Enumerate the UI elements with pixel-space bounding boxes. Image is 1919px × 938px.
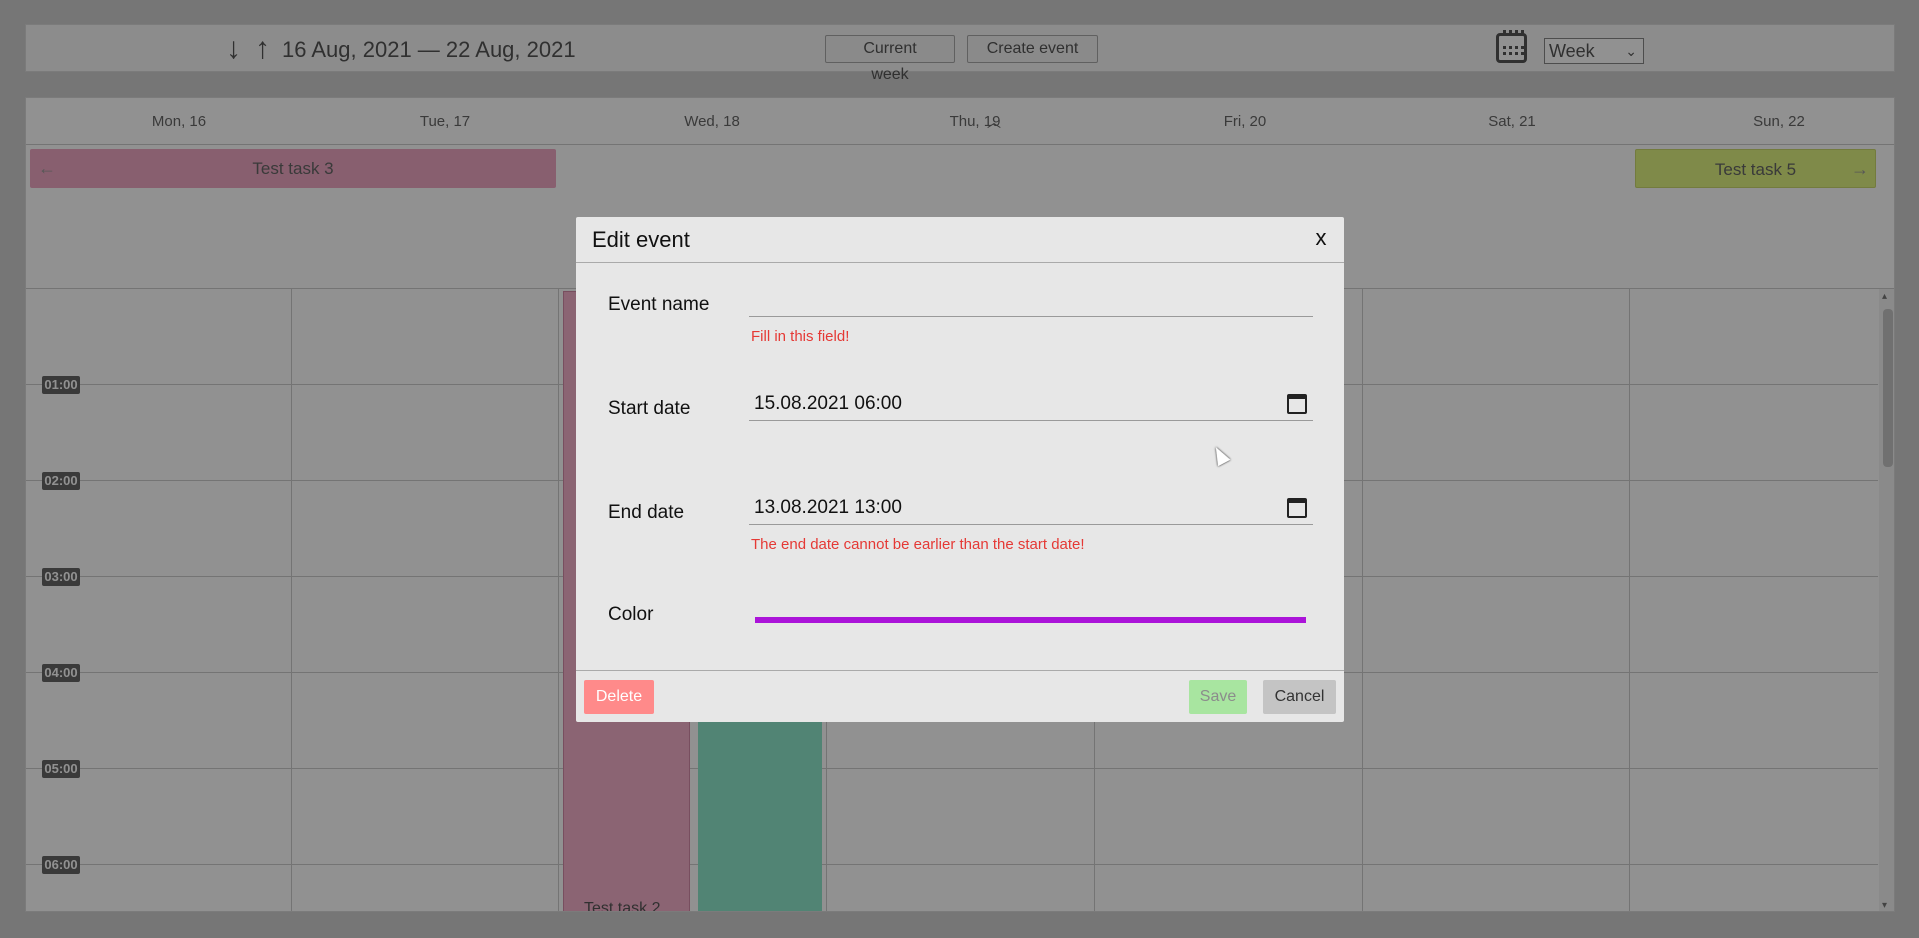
end-date-label: End date [608, 502, 685, 523]
dialog-header: Edit event x [576, 217, 1344, 263]
calendar-picker-icon[interactable] [1287, 498, 1307, 518]
dialog-footer: Delete Save Cancel [576, 670, 1344, 722]
dialog-title: Edit event [592, 227, 690, 252]
dialog-body: Event name Fill in this field! Start dat… [576, 264, 1344, 669]
edit-event-dialog: Edit event x Event name Fill in this fie… [576, 217, 1344, 722]
event-name-label: Event name [608, 294, 710, 315]
end-date-error: The end date cannot be earlier than the … [751, 536, 1085, 553]
end-date-input[interactable]: 13.08.2021 13:00 [749, 491, 1313, 525]
event-name-input[interactable] [749, 283, 1313, 317]
cancel-button[interactable]: Cancel [1263, 680, 1336, 714]
start-date-input[interactable]: 15.08.2021 06:00 [749, 387, 1313, 421]
color-label: Color [608, 604, 654, 625]
end-date-value: 13.08.2021 13:00 [754, 497, 902, 518]
event-name-error: Fill in this field! [751, 328, 850, 345]
close-icon[interactable]: x [1312, 225, 1330, 251]
start-date-value: 15.08.2021 06:00 [754, 393, 902, 414]
start-date-label: Start date [608, 398, 691, 419]
delete-button[interactable]: Delete [584, 680, 654, 714]
save-button[interactable]: Save [1189, 680, 1247, 714]
calendar-picker-icon[interactable] [1287, 394, 1307, 414]
color-picker[interactable] [755, 617, 1306, 623]
